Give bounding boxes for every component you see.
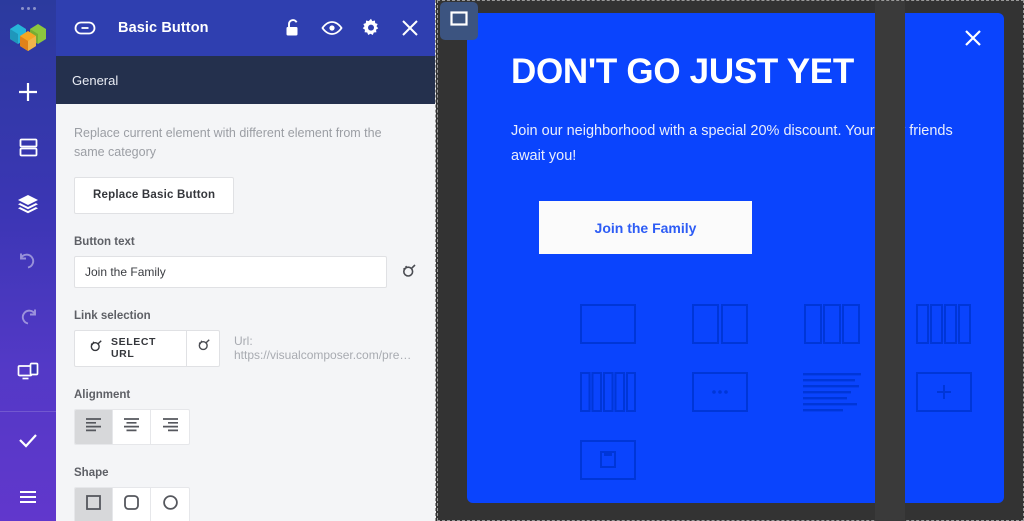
close-icon — [963, 28, 983, 53]
sidebar-item-layers[interactable] — [0, 180, 56, 227]
layout-placeholder-grid — [577, 303, 997, 503]
dot — [26, 7, 30, 10]
shape-square-button[interactable] — [75, 487, 113, 521]
dot — [20, 7, 24, 10]
sidebar-item-responsive-view[interactable] — [0, 348, 56, 395]
element-container-handle[interactable] — [440, 2, 478, 40]
plus-icon — [17, 81, 39, 103]
alignment-label: Alignment — [74, 388, 131, 401]
popup-preview: DON'T GO JUST YET Join our neighborhood … — [467, 13, 1004, 503]
plug-icon[interactable] — [399, 263, 417, 281]
page-title: Basic Button — [118, 20, 209, 36]
circle-icon — [162, 494, 179, 516]
select-url-group: SELECT URL — [74, 329, 220, 367]
visual-composer-logo[interactable] — [8, 19, 48, 53]
placeholder-add-element[interactable] — [689, 371, 751, 417]
link-dynamic-button[interactable] — [186, 330, 219, 366]
select-url-label: SELECT URL — [111, 336, 157, 361]
align-center-button[interactable] — [113, 409, 151, 444]
replace-element-button[interactable]: Replace Basic Button — [74, 176, 235, 214]
shape-label: Shape — [74, 466, 109, 479]
placeholder-text-block[interactable] — [801, 371, 863, 417]
link-selection-field: Link selection SELECT URL Url: https://v… — [74, 310, 417, 367]
panel-tab-bar: General — [56, 56, 435, 104]
redo-icon — [17, 305, 39, 327]
panel-header-actions — [282, 17, 421, 39]
button-text-input[interactable]: Join the Family — [74, 255, 388, 288]
editor-sidebar — [0, 0, 56, 521]
dot — [32, 7, 36, 10]
align-left-button[interactable] — [75, 409, 113, 444]
align-right-icon — [162, 417, 179, 437]
unlock-icon[interactable] — [282, 17, 304, 39]
placeholder-saved-template[interactable] — [577, 439, 639, 485]
canvas-left-gutter — [875, 1, 905, 521]
plug-icon — [196, 338, 211, 358]
dots-icon — [692, 371, 748, 417]
drag-handle-dots[interactable] — [20, 7, 36, 10]
layout-3col-icon — [804, 303, 860, 349]
sidebar-item-undo[interactable] — [0, 236, 56, 283]
link-url-text: Url: https://visualcomposer.com/pre… — [234, 334, 412, 363]
editor-canvas: DON'T GO JUST YET Join our neighborhood … — [437, 0, 1024, 521]
visual-composer-editor: Basic Button General Replace current ele… — [0, 0, 1024, 521]
layout-5col-icon — [580, 371, 636, 417]
replace-description: Replace current element with different e… — [74, 126, 382, 160]
button-text-label: Button text — [74, 235, 135, 248]
layout-4col-icon — [916, 303, 972, 349]
panel-body: Replace current element with different e… — [56, 104, 435, 521]
placeholder-row — [577, 371, 997, 417]
text-lines-icon — [803, 371, 861, 418]
sidebar-divider — [0, 410, 56, 412]
undo-icon — [17, 249, 39, 271]
square-icon — [85, 494, 102, 516]
align-left-icon — [85, 417, 102, 437]
sidebar-item-menu[interactable] — [0, 474, 56, 521]
devices-icon — [17, 361, 39, 383]
popup-cta-button[interactable]: Join the Family — [539, 201, 752, 254]
basic-button-icon — [72, 15, 98, 41]
link-selection-label: Link selection — [74, 309, 151, 322]
container-square-icon — [449, 9, 469, 34]
panel-header: Basic Button — [56, 0, 435, 56]
alignment-field: Alignment — [74, 389, 417, 445]
shape-segmented-control — [74, 486, 190, 521]
hamburger-icon — [17, 486, 39, 508]
check-icon — [16, 429, 40, 453]
shape-rounded-button[interactable] — [113, 487, 151, 521]
layout-1col-icon — [580, 303, 636, 349]
rounded-square-icon — [123, 494, 140, 516]
layers-icon — [17, 193, 39, 215]
element-edit-panel: Basic Button General Replace current ele… — [56, 0, 436, 521]
popup-close-button[interactable] — [962, 29, 984, 51]
save-box-icon — [580, 439, 636, 485]
placeholder-add-row[interactable] — [913, 371, 975, 417]
alignment-segmented-control — [74, 408, 190, 445]
shape-field: Shape — [74, 467, 417, 521]
placeholder-row-4-columns[interactable] — [913, 303, 975, 349]
shape-circle-button[interactable] — [151, 488, 189, 521]
placeholder-row-2-columns[interactable] — [689, 303, 751, 349]
button-text-field: Button text Join the Family — [74, 236, 417, 288]
align-center-icon — [123, 417, 140, 437]
placeholder-row-3-columns[interactable] — [801, 303, 863, 349]
tab-general[interactable]: General — [72, 73, 118, 88]
eye-icon[interactable] — [321, 17, 343, 39]
placeholder-row-1-column[interactable] — [577, 303, 639, 349]
plus-box-icon — [916, 371, 972, 417]
sidebar-item-save[interactable] — [0, 418, 56, 465]
gear-icon[interactable] — [360, 17, 382, 39]
select-url-button[interactable]: SELECT URL — [75, 331, 186, 366]
template-icon — [18, 137, 39, 158]
placeholder-row — [577, 303, 997, 349]
layout-2col-icon — [692, 303, 748, 349]
placeholder-row — [577, 439, 997, 485]
align-right-button[interactable] — [151, 410, 189, 444]
sidebar-item-redo[interactable] — [0, 292, 56, 339]
close-icon[interactable] — [399, 17, 421, 39]
placeholder-row-5-columns[interactable] — [577, 371, 639, 417]
sidebar-item-templates[interactable] — [0, 124, 56, 171]
sidebar-item-add-element[interactable] — [0, 68, 56, 115]
plug-icon — [88, 339, 103, 357]
